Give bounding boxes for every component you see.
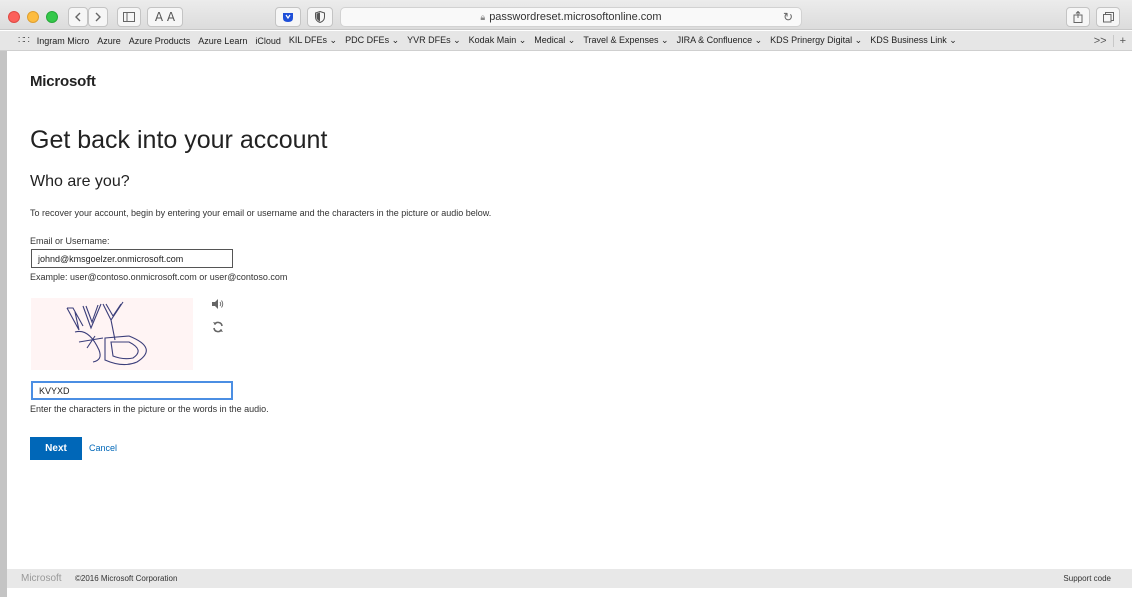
page-content: Microsoft Get back into your account Who… (7, 51, 1132, 597)
more-bookmarks-button[interactable]: >> (1088, 35, 1113, 47)
chevron-left-icon (75, 12, 81, 22)
audio-icon[interactable] (212, 299, 224, 309)
reload-icon[interactable]: ↻ (783, 10, 793, 24)
address-url: passwordreset.microsoftonline.com (489, 11, 662, 23)
cancel-link[interactable]: Cancel (89, 443, 117, 453)
instructions-text: To recover your account, begin by enteri… (30, 208, 492, 218)
email-label: Email or Username: (30, 236, 110, 246)
bookmark-item[interactable]: KDS Business Link ⌄ (870, 35, 957, 46)
new-tab-button[interactable]: + (1112, 34, 1132, 47)
page-footer: Microsoft ©2016 Microsoft Corporation Su… (7, 569, 1132, 588)
close-window-button[interactable] (8, 11, 20, 23)
refresh-icon[interactable] (212, 321, 224, 333)
section-title: Who are you? (30, 173, 130, 190)
bookmark-item[interactable]: KDS Prinergy Digital ⌄ (770, 35, 862, 46)
shield-icon (315, 11, 325, 23)
extension-button[interactable] (275, 7, 301, 27)
microsoft-logo: Microsoft (30, 73, 96, 90)
bookmark-item[interactable]: Medical ⌄ (534, 35, 575, 46)
lock-icon: 🔒︎ (480, 11, 486, 22)
grid-icon[interactable]: ∷∷ (18, 35, 30, 46)
captcha-drawing (66, 301, 147, 366)
captcha-image (31, 298, 193, 370)
bookmark-item[interactable]: Azure (97, 36, 121, 46)
footer-copyright: ©2016 Microsoft Corporation (75, 574, 178, 583)
bookmarks-bar: ∷∷ Ingram Micro Azure Azure Products Azu… (0, 31, 1132, 51)
bookmark-item[interactable]: Kodak Main ⌄ (469, 35, 527, 46)
footer-microsoft-logo: Microsoft (21, 573, 62, 584)
back-button[interactable] (68, 7, 88, 27)
bookmark-item[interactable]: Azure Products (129, 36, 191, 46)
bookmark-item[interactable]: JIRA & Confluence ⌄ (677, 35, 763, 46)
bookmark-item[interactable]: YVR DFEs ⌄ (407, 35, 461, 46)
minimize-window-button[interactable] (27, 11, 39, 23)
bookmark-item[interactable]: iCloud (255, 36, 281, 46)
bookmark-item[interactable]: PDC DFEs ⌄ (345, 35, 399, 46)
share-icon (1073, 11, 1083, 23)
bookmark-item[interactable]: Azure Learn (198, 36, 247, 46)
email-example-text: Example: user@contoso.onmicrosoft.com or… (30, 272, 288, 282)
tabs-icon (1102, 11, 1114, 22)
chevron-right-icon (95, 12, 101, 22)
bookmark-item[interactable]: KIL DFEs ⌄ (289, 35, 337, 46)
tabs-overview-button[interactable] (1096, 7, 1120, 27)
extension-icon (283, 13, 293, 22)
text-size-label: A A (154, 10, 176, 24)
forward-button[interactable] (88, 7, 108, 27)
sidebar-button[interactable] (117, 7, 141, 27)
captcha-hint-text: Enter the characters in the picture or t… (30, 404, 269, 414)
email-field[interactable]: johnd@kmsgoelzer.onmicrosoft.com (31, 249, 233, 268)
address-bar[interactable]: 🔒︎ passwordreset.microsoftonline.com ↻ (340, 7, 802, 27)
captcha-input[interactable]: KVYXD (31, 381, 233, 400)
page-title: Get back into your account (30, 126, 328, 154)
sidebar-icon (123, 12, 135, 22)
bookmark-item[interactable]: Ingram Micro (37, 36, 90, 46)
next-button[interactable]: Next (30, 437, 82, 460)
privacy-button[interactable] (307, 7, 333, 27)
window-left-edge (0, 51, 7, 597)
browser-toolbar: A A 🔒︎ passwordreset.microsoftonline.com… (0, 0, 1132, 30)
bookmarks-overflow: >> + (1088, 31, 1132, 50)
zoom-window-button[interactable] (46, 11, 58, 23)
text-size-button[interactable]: A A (147, 7, 183, 27)
support-code-link[interactable]: Support code (1063, 574, 1111, 583)
bookmark-item[interactable]: Travel & Expenses ⌄ (583, 35, 668, 46)
share-button[interactable] (1066, 7, 1090, 27)
